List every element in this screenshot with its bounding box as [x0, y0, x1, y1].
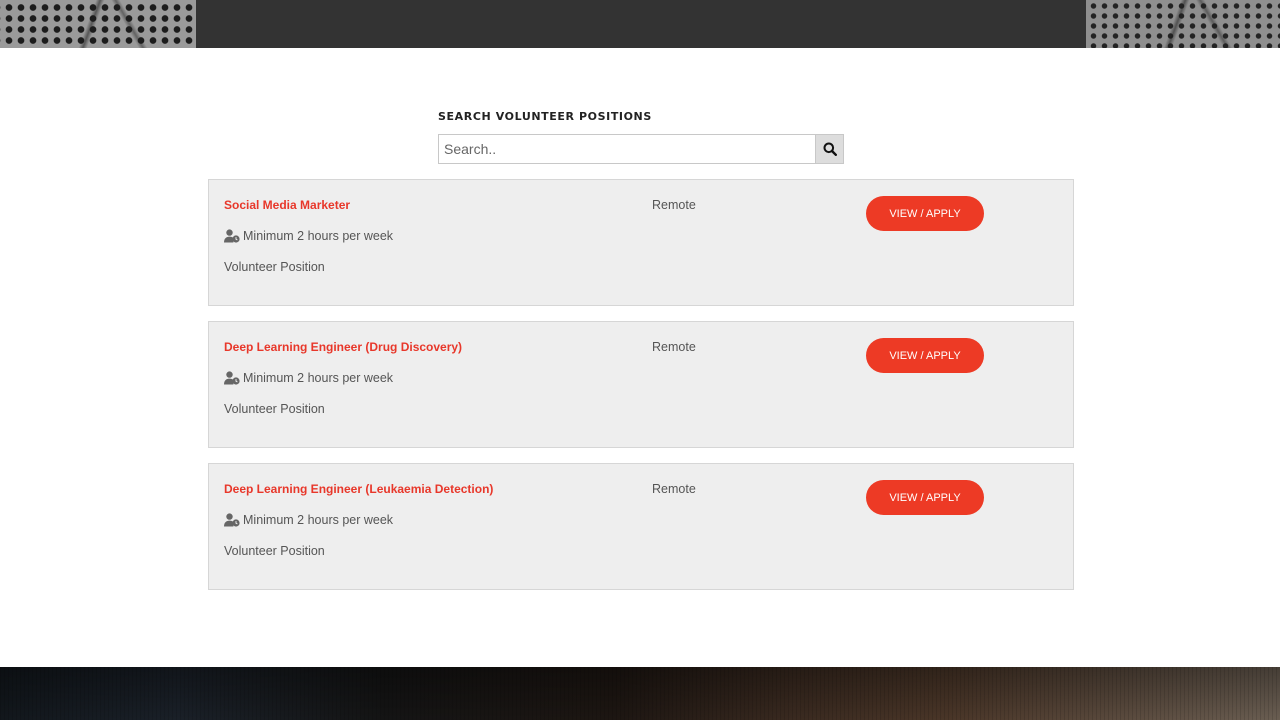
search-input[interactable]	[438, 134, 815, 164]
position-hours: Minimum 2 hours per week	[224, 513, 393, 527]
site-footer	[0, 667, 1280, 720]
search-icon	[823, 142, 837, 156]
header-decorative-pattern-left	[0, 0, 196, 48]
positions-list: Social Media Marketer Minimum 2 hours pe…	[208, 179, 1074, 605]
position-location: Remote	[652, 198, 696, 212]
position-card: Social Media Marketer Minimum 2 hours pe…	[208, 179, 1074, 306]
position-card: Deep Learning Engineer (Drug Discovery) …	[208, 321, 1074, 448]
position-hours-text: Minimum 2 hours per week	[243, 229, 394, 243]
position-hours: Minimum 2 hours per week	[224, 371, 393, 385]
search-section: SEARCH VOLUNTEER POSITIONS	[438, 110, 844, 164]
view-apply-button[interactable]: VIEW / APPLY	[866, 480, 984, 515]
position-type: Volunteer Position	[224, 260, 325, 274]
user-clock-icon	[224, 371, 240, 385]
position-title-link[interactable]: Social Media Marketer	[224, 198, 350, 212]
search-button[interactable]	[815, 134, 844, 164]
position-type: Volunteer Position	[224, 544, 325, 558]
user-clock-icon	[224, 513, 240, 527]
position-location: Remote	[652, 340, 696, 354]
user-clock-icon	[224, 229, 240, 243]
search-form	[438, 134, 844, 164]
position-type: Volunteer Position	[224, 402, 325, 416]
position-hours: Minimum 2 hours per week	[224, 229, 393, 243]
header-decorative-pattern-right	[1086, 0, 1280, 48]
position-title-link[interactable]: Deep Learning Engineer (Drug Discovery)	[224, 340, 462, 354]
position-hours-text: Minimum 2 hours per week	[243, 513, 394, 527]
search-heading: SEARCH VOLUNTEER POSITIONS	[438, 110, 652, 123]
position-hours-text: Minimum 2 hours per week	[243, 371, 394, 385]
position-location: Remote	[652, 482, 696, 496]
position-title-link[interactable]: Deep Learning Engineer (Leukaemia Detect…	[224, 482, 493, 496]
site-header	[0, 0, 1280, 48]
view-apply-button[interactable]: VIEW / APPLY	[866, 196, 984, 231]
view-apply-button[interactable]: VIEW / APPLY	[866, 338, 984, 373]
position-card: Deep Learning Engineer (Leukaemia Detect…	[208, 463, 1074, 590]
